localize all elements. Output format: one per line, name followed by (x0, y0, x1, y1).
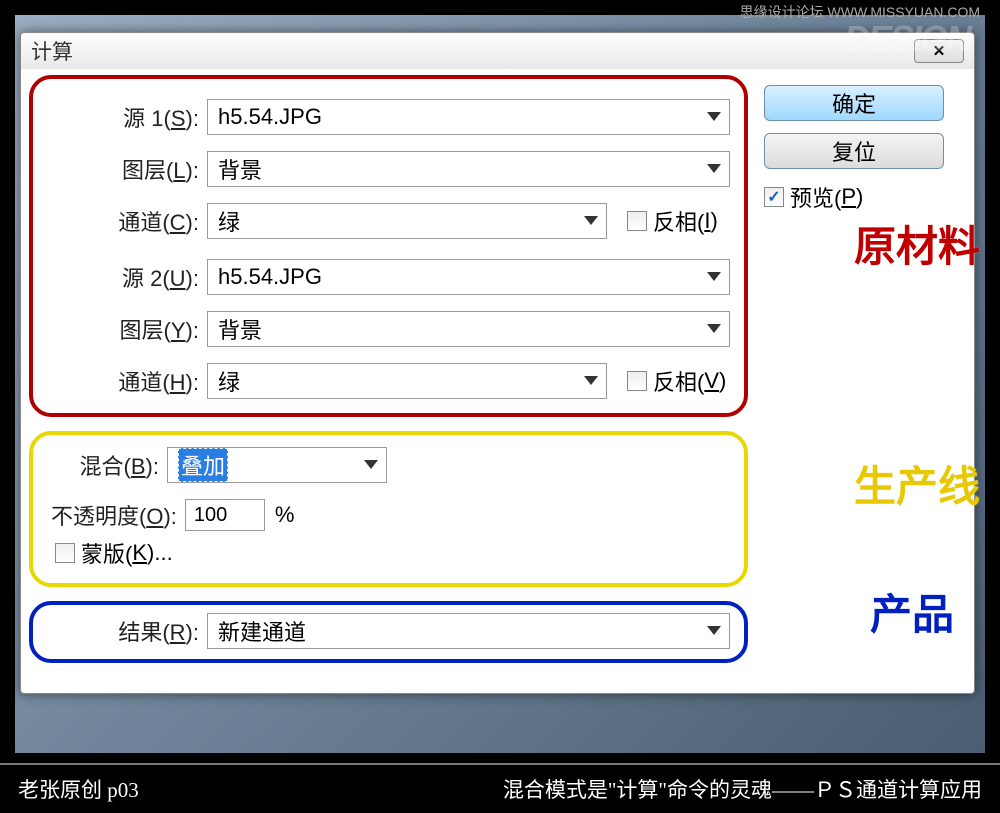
chevron-down-icon (707, 164, 721, 173)
chevron-down-icon (707, 324, 721, 333)
percent-label: % (275, 502, 295, 528)
source1-channel-label: 通道(C): (47, 205, 207, 237)
source2-layer-row: 图层(Y): 背景 (47, 311, 730, 347)
sources-group: 源 1(S): h5.54.JPG 图层(L): 背景 通道(C): (29, 75, 748, 417)
main-column: 源 1(S): h5.54.JPG 图层(L): 背景 通道(C): (29, 75, 764, 677)
checkbox-icon (55, 543, 75, 563)
source2-layer-dropdown[interactable]: 背景 (207, 311, 730, 347)
chevron-down-icon (707, 272, 721, 281)
checkbox-icon (627, 211, 647, 231)
source1-invert-checkbox[interactable]: 反相(I) (627, 205, 718, 237)
result-group: 结果(R): 新建通道 (29, 601, 748, 663)
mask-row: 蒙版(K)... (55, 537, 730, 569)
chevron-down-icon (707, 112, 721, 121)
chevron-down-icon (584, 216, 598, 225)
blend-group: 混合(B): 叠加 不透明度(O): % 蒙版(K)... (29, 431, 748, 587)
source2-channel-row: 通道(H): 绿 反相(V) (47, 363, 730, 399)
source1-label: 源 1(S): (47, 101, 207, 133)
annotation-product: 产品 (870, 581, 954, 642)
source2-label: 源 2(U): (47, 261, 207, 293)
chevron-down-icon (364, 460, 378, 469)
source1-layer-label: 图层(L): (47, 153, 207, 185)
result-row: 结果(R): 新建通道 (47, 613, 730, 649)
reset-button[interactable]: 复位 (764, 133, 944, 169)
dialog-title: 计算 (31, 36, 73, 66)
source2-channel-label: 通道(H): (47, 365, 207, 397)
chevron-down-icon (707, 626, 721, 635)
opacity-row: 不透明度(O): % (47, 499, 730, 531)
opacity-input[interactable] (185, 499, 265, 531)
mask-checkbox[interactable]: 蒙版(K)... (55, 537, 173, 569)
chevron-down-icon (584, 376, 598, 385)
calculations-dialog: 计算 ✕ 源 1(S): h5.54.JPG 图层(L): 背景 (20, 32, 975, 694)
source1-channel-dropdown[interactable]: 绿 (207, 203, 607, 239)
footer-right: 混合模式是"计算"命令的灵魂——ＰＳ通道计算应用 (503, 774, 982, 804)
opacity-label: 不透明度(O): (51, 499, 185, 531)
result-dropdown[interactable]: 新建通道 (207, 613, 730, 649)
blend-row: 混合(B): 叠加 (47, 447, 730, 483)
source2-invert-checkbox[interactable]: 反相(V) (627, 365, 726, 397)
annotation-production-line: 生产线 (854, 453, 980, 514)
dialog-body: 源 1(S): h5.54.JPG 图层(L): 背景 通道(C): (21, 69, 974, 693)
source1-row: 源 1(S): h5.54.JPG (47, 99, 730, 135)
source1-layer-dropdown[interactable]: 背景 (207, 151, 730, 187)
source1-channel-row: 通道(C): 绿 反相(I) (47, 203, 730, 239)
watermark-logo: DESIGN (844, 18, 970, 60)
preview-checkbox[interactable]: 预览(P) (764, 181, 964, 213)
source2-channel-dropdown[interactable]: 绿 (207, 363, 607, 399)
checkbox-icon (764, 187, 784, 207)
footer-left: 老张原创 p03 (18, 774, 139, 804)
source2-layer-label: 图层(Y): (47, 313, 207, 345)
annotation-raw-materials: 原材料 (854, 213, 980, 274)
checkbox-icon (627, 371, 647, 391)
title-bar: 计算 ✕ (21, 33, 974, 69)
blend-label: 混合(B): (47, 449, 167, 481)
footer: 老张原创 p03 混合模式是"计算"命令的灵魂——ＰＳ通道计算应用 (0, 763, 1000, 813)
source1-layer-row: 图层(L): 背景 (47, 151, 730, 187)
result-label: 结果(R): (47, 615, 207, 647)
source1-dropdown[interactable]: h5.54.JPG (207, 99, 730, 135)
ok-button[interactable]: 确定 (764, 85, 944, 121)
source2-dropdown[interactable]: h5.54.JPG (207, 259, 730, 295)
source2-row: 源 2(U): h5.54.JPG (47, 259, 730, 295)
side-column: 确定 复位 预览(P) 原材料 生产线 产品 (764, 75, 964, 677)
blend-dropdown[interactable]: 叠加 (167, 447, 387, 483)
